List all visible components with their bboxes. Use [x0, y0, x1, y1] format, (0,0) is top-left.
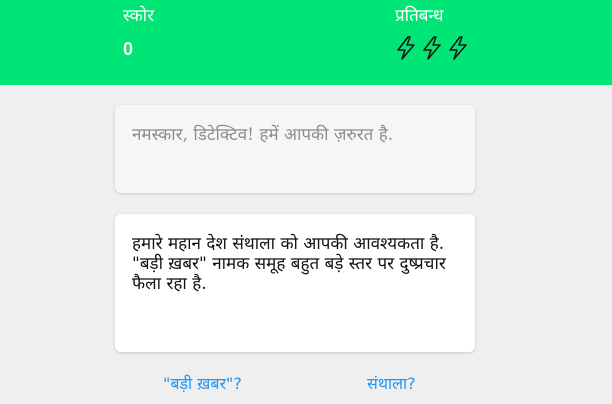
choice-badi-khabar-link[interactable]: "बड़ी ख़बर"?: [163, 372, 242, 394]
greeting-message-text: नमस्कार, डिटेक्टिव! हमें आपकी ज़रुरत है.: [132, 125, 394, 145]
lightning-bolt-icon: [421, 36, 443, 60]
lightning-bolt-icon: [395, 36, 417, 60]
story-message-text: हमारे महान देश संथाला को आपकी आवश्यकता ह…: [132, 234, 446, 294]
lives-indicator: [395, 36, 469, 60]
score-label: स्कोर: [123, 6, 155, 26]
choice-santhala-link[interactable]: संथाला?: [367, 372, 416, 394]
restriction-label: प्रतिबन्ध: [395, 6, 444, 26]
greeting-message-card: नमस्कार, डिटेक्टिव! हमें आपकी ज़रुरत है.: [115, 105, 475, 193]
top-bar: स्कोर 0 प्रतिबन्ध: [0, 0, 612, 85]
lightning-bolt-icon: [447, 36, 469, 60]
story-message-card: हमारे महान देश संथाला को आपकी आवश्यकता ह…: [115, 214, 475, 352]
score-value: 0: [123, 39, 134, 59]
